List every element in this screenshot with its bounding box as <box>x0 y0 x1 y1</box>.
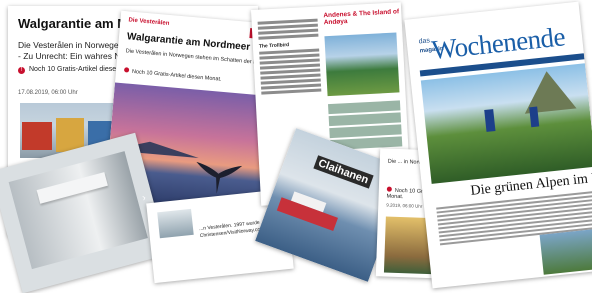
alert-icon <box>386 186 392 192</box>
whale-tail-icon <box>196 161 243 194</box>
red-house <box>22 122 52 150</box>
free-articles-counter: Noch 10 Gratis-Artikel diesen Monat. <box>123 67 222 83</box>
chevron-right-icon[interactable]: › <box>141 192 147 203</box>
hikers-photo <box>324 32 400 97</box>
travel-header: Andenes & The Island of Andøya <box>323 8 400 27</box>
concrete-wall <box>8 151 148 270</box>
magazine-brand-das: das <box>418 37 431 46</box>
counter-text: Noch 10 Gratis-Artikel diesen Monat. <box>131 68 222 83</box>
article-date: 9.2019, 06:00 Uhr <box>386 202 423 209</box>
secondary-photo <box>539 228 592 275</box>
article-date: 17.08.2019, 06:00 Uhr <box>18 90 78 96</box>
text-column: The Trollbird <box>257 17 322 97</box>
alert-icon <box>123 67 130 73</box>
gallery-thumbnail[interactable] <box>157 208 194 239</box>
article-kicker: Die Vesterålen <box>128 17 170 27</box>
alert-icon: ! <box>18 67 25 74</box>
magazine-card: das magazin Wochenende Die grünen Alpen … <box>404 1 592 289</box>
